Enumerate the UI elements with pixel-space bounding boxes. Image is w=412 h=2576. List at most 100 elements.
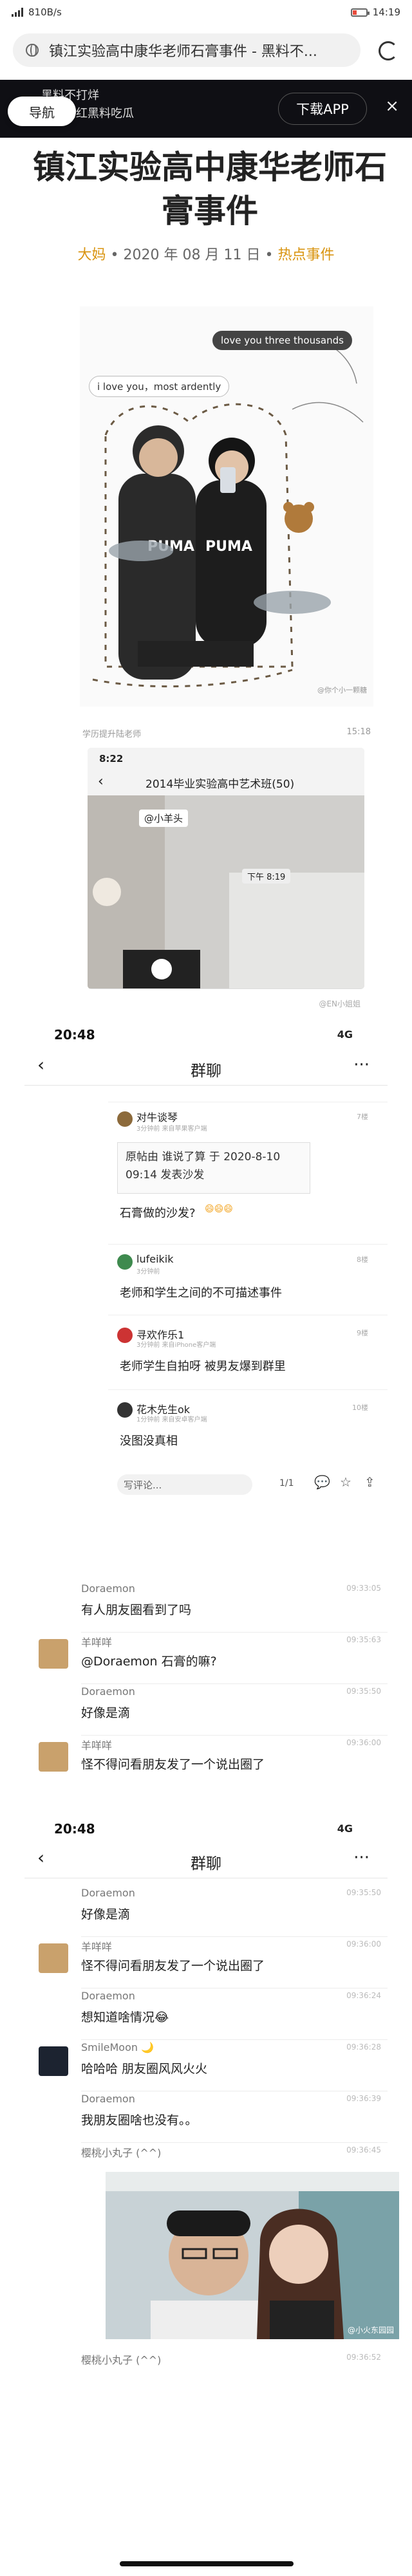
browser-address-bar: 镇江实验高中康华老师石膏事件 - 黑料不... — [0, 26, 412, 77]
message-time: 09:35:50 — [346, 1888, 381, 1897]
comment-floor: 10楼 — [352, 1404, 368, 1412]
page-indicator: 1/1 — [279, 1478, 294, 1488]
mention-text: @小羊头 — [139, 810, 189, 827]
comment-floor: 9楼 — [357, 1329, 368, 1337]
signal-indicator: 4G — [337, 1028, 353, 1041]
avatar — [39, 1639, 68, 1669]
comment-text: 石膏做的沙发? — [120, 1207, 196, 1220]
selfie-illustration — [106, 2172, 399, 2339]
signal-indicator: 4G — [337, 1822, 353, 1835]
photo-watermark: @你个小一颗糖 — [317, 686, 367, 694]
comment-user: lufeikik — [136, 1253, 174, 1265]
comment-sub: 3分钟前 — [136, 1268, 160, 1275]
comment-text: 老师和学生之间的不可描述事件 — [120, 1286, 282, 1300]
svg-text:PUMA: PUMA — [205, 539, 252, 555]
avatar — [39, 1943, 68, 1973]
star-icon[interactable]: ☆ — [340, 1474, 351, 1490]
comment-sub: 1分钟前 来自安卓客户端 — [136, 1416, 207, 1423]
comment-icon[interactable]: 💬 — [314, 1474, 330, 1490]
group-name: 2014毕业实验高中艺术班(50) — [145, 778, 295, 791]
clock: 14:19 — [372, 6, 400, 18]
ad-banner[interactable]: 黑料不打烊 黑料网红黑料吃瓜 导航 下载APP × — [0, 80, 412, 138]
message-time: 09:35:63 — [346, 1635, 381, 1644]
article-meta: 大妈 • 2020 年 08 月 11 日 • 热点事件 — [0, 243, 412, 264]
message-time: 09:36:39 — [346, 2094, 381, 2103]
sender-name: SmileMoon 🌙 — [81, 2041, 154, 2053]
net-speed: 810B/s — [28, 6, 62, 18]
comment-input[interactable]: 写评论... — [117, 1474, 252, 1495]
download-app-button[interactable]: 下载APP — [278, 93, 367, 125]
message-time: 09:36:45 — [346, 2145, 381, 2154]
category-link[interactable]: 热点事件 — [277, 247, 334, 263]
message-time: 09:36:00 — [346, 1940, 381, 1949]
love-bubble-left: i love you，most ardently — [89, 376, 230, 397]
nav-button[interactable]: 导航 — [8, 97, 76, 126]
screen-time: 20:48 — [54, 1027, 95, 1042]
message-text: 想知道啥情况😂 — [81, 2010, 169, 2025]
photo-illustration: PUMA PUMA — [80, 306, 373, 707]
globe-icon — [26, 44, 39, 57]
chat-message: Doraemon 我朋友圈啥也没有。。 09:36:39 — [24, 2091, 388, 2143]
post-time: 15:18 — [346, 727, 371, 737]
author-link[interactable]: 大妈 — [78, 247, 106, 263]
forum-comment-card: 对牛谈琴 3分钟前 来自苹果客户端 7楼 原帖由 谁说了算 于 2020-8-1… — [108, 1102, 388, 1584]
chat-message: 羊咩咩 怪不得问看朋友发了一个说出圈了 09:36:00 — [24, 1937, 388, 1988]
message-time: 09:35:50 — [346, 1687, 381, 1696]
love-bubble-top: love you three thousands — [212, 331, 352, 350]
chat-message: Doraemon 好像是滴 09:35:50 — [24, 1886, 388, 1937]
comment-user: 对牛谈琴 — [136, 1111, 178, 1124]
share-icon[interactable]: ⇪ — [364, 1474, 375, 1490]
avatar — [39, 2046, 68, 2076]
message-time: 09:36:00 — [346, 1738, 381, 1747]
home-indicator — [120, 2561, 294, 2566]
couple-photo: PUMA PUMA love you three thousands i lov… — [80, 306, 373, 707]
avatar — [39, 1742, 68, 1772]
group-chat-screen-2: 20:48 4G ‹ 群聊 ··· Doraemon 好像是滴 09:35:50… — [24, 1815, 399, 2555]
meta-separator: • — [110, 247, 119, 263]
emoji-decoration: 😄😄😄 — [205, 1204, 233, 1214]
phone-screen: 8:22 ‹ 2014毕业实验高中艺术班(50) @小羊头 下午 8:19 — [88, 748, 364, 989]
sender-name: 樱桃小丸子 (^^) — [81, 2354, 162, 2366]
comment-sub: 3分钟前 来自iPhone客户端 — [136, 1342, 216, 1349]
close-icon[interactable]: × — [385, 97, 399, 116]
message-time: 09:33:05 — [346, 1584, 381, 1593]
sender-name: Doraemon — [81, 1887, 135, 1899]
message-text: 有人朋友圈看到了吗 — [81, 1603, 192, 1617]
sender-name: 羊咩咩 — [81, 1941, 113, 1953]
chat-background — [88, 795, 364, 988]
phone-time: 8:22 — [99, 753, 124, 764]
chat-message: 樱桃小丸子 (^^) 09:36:52 — [24, 2350, 388, 2376]
url-field[interactable]: 镇江实验高中康华老师石膏事件 - 黑料不... — [13, 33, 360, 67]
chat-message: 羊咩咩 @Doraemon 石膏的嘛? 09:35:63 — [24, 1633, 388, 1684]
time-chip: 下午 8:19 — [242, 869, 291, 884]
message-text: @Doraemon 石膏的嘛? — [81, 1654, 217, 1669]
back-icon: ‹ — [98, 774, 104, 790]
sender-name: Doraemon — [81, 1990, 135, 2002]
url-title: 镇江实验高中康华老师石膏事件 - 黑料不... — [49, 44, 317, 60]
message-text: 怪不得问看朋友发了一个说出圈了 — [81, 1757, 265, 1772]
chat-message: Doraemon 好像是滴 09:35:50 — [24, 1684, 388, 1736]
sender-name: 樱桃小丸子 (^^) — [81, 2147, 162, 2159]
article-title: 镇江实验高中康华老师石膏事件 — [33, 148, 387, 230]
more-icon[interactable]: ··· — [353, 1055, 370, 1075]
comment-text: 没图没真相 — [120, 1434, 178, 1448]
avatar — [117, 1111, 133, 1127]
avatar — [117, 1402, 133, 1418]
quoted-post: 原帖由 谁说了算 于 2020-8-10 09:14 发表沙发 — [117, 1142, 310, 1194]
meta-separator: • — [265, 247, 274, 263]
chat-message: 樱桃小丸子 (^^) 09:36:45 — [24, 2143, 388, 2169]
screen-time: 20:48 — [54, 1821, 95, 1837]
post-author: 学历提升陆老师 — [82, 730, 142, 739]
avatar — [117, 1328, 133, 1343]
message-text: 好像是滴 — [81, 1907, 131, 1922]
wechat-screenshot: 学历提升陆老师 15:18 8:22 ‹ 2014毕业实验高中艺术班(50) @… — [80, 722, 373, 1008]
sender-name: Doraemon — [81, 1685, 135, 1698]
comment-floor: 7楼 — [357, 1113, 368, 1121]
sender-name: 羊咩咩 — [81, 1636, 113, 1649]
more-icon[interactable]: ··· — [353, 1848, 370, 1867]
battery-icon — [350, 8, 370, 17]
message-time: 09:36:24 — [346, 1991, 381, 2000]
group-chat-screen-1: 20:48 4G ‹ 群聊 ··· 对牛谈琴 3分钟前 来自苹果客户端 7楼 原… — [24, 1018, 388, 1790]
message-time: 09:36:28 — [346, 2043, 381, 2052]
reload-icon[interactable] — [379, 41, 398, 60]
